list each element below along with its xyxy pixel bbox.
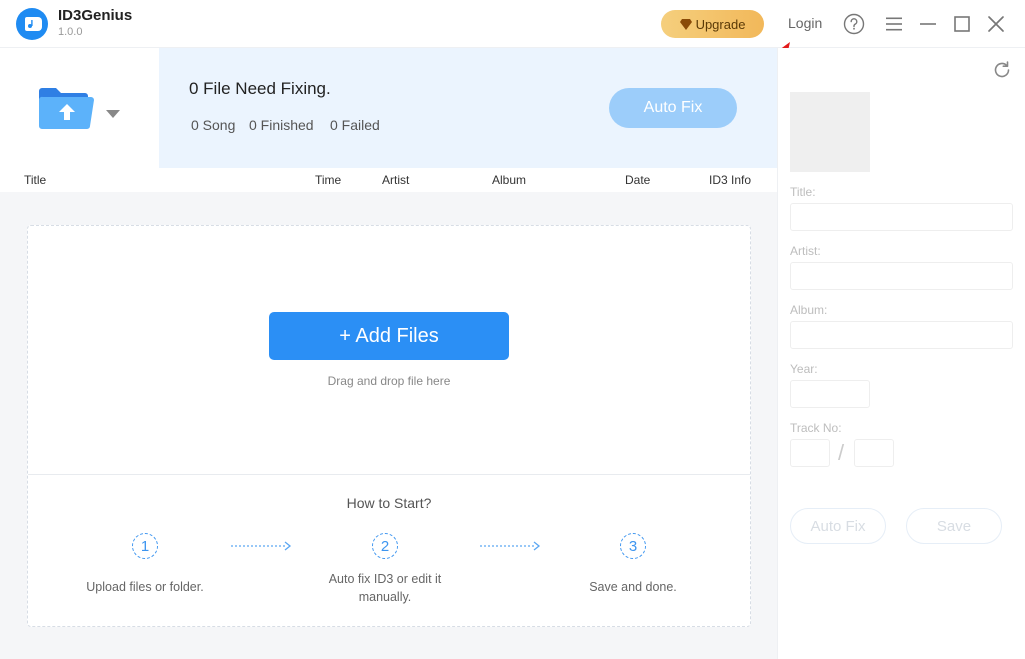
dotted-arrow-icon [480, 541, 541, 551]
album-field[interactable] [790, 321, 1013, 349]
track-separator: / [838, 440, 845, 465]
app-window: ID3Genius 1.0.0 Upgrade Login 0 File Nee… [0, 0, 1025, 659]
app-name: ID3Genius [58, 7, 133, 24]
album-cover-placeholder[interactable] [790, 92, 870, 172]
import-controls [0, 48, 159, 168]
chevron-down-icon[interactable] [105, 106, 121, 118]
file-list-area: + Add Files Drag and drop file here How … [0, 192, 777, 659]
title-bar: ID3Genius 1.0.0 Upgrade Login [0, 0, 1025, 48]
editor-auto-fix-button[interactable]: Auto Fix [790, 508, 886, 544]
track-number-field[interactable] [790, 439, 830, 467]
track-total-field[interactable] [854, 439, 894, 467]
app-logo-icon [16, 8, 48, 40]
maximize-icon[interactable] [951, 13, 973, 35]
divider [28, 474, 750, 475]
minimize-icon[interactable] [917, 13, 939, 35]
step-2-number: 2 [372, 533, 398, 559]
step-3-number: 3 [620, 533, 646, 559]
column-date[interactable]: Date [625, 173, 650, 187]
step-1-number: 1 [132, 533, 158, 559]
app-version: 1.0.0 [58, 26, 83, 38]
drag-drop-hint: Drag and drop file here [327, 374, 451, 388]
column-title[interactable]: Title [24, 173, 46, 187]
menu-icon[interactable] [883, 13, 905, 35]
upgrade-label: Upgrade [695, 16, 746, 32]
folder-upload-icon[interactable] [37, 85, 95, 131]
dotted-arrow-icon [231, 541, 292, 551]
step-2-text: Auto fix ID3 or edit it manually. [328, 572, 442, 604]
auto-fix-button[interactable]: Auto Fix [609, 88, 737, 128]
track-label: Track No: [790, 421, 842, 435]
song-count: 0 Song [191, 117, 236, 133]
title-field[interactable] [790, 203, 1013, 231]
help-icon[interactable] [843, 13, 865, 35]
column-album[interactable]: Album [492, 173, 526, 187]
step-3-text: Save and done. [589, 580, 677, 594]
login-link[interactable]: Login [788, 15, 822, 31]
title-label: Title: [790, 185, 816, 199]
year-label: Year: [790, 362, 818, 376]
column-artist[interactable]: Artist [382, 173, 409, 187]
finished-count: 0 Finished [249, 117, 314, 133]
column-time[interactable]: Time [315, 173, 341, 187]
how-to-start-title: How to Start? [346, 495, 432, 511]
status-summary: 0 File Need Fixing. 0 Song 0 Finished 0 … [159, 48, 777, 168]
add-files-button[interactable]: + Add Files [269, 312, 509, 360]
artist-label: Artist: [790, 244, 821, 258]
files-need-fixing-text: 0 File Need Fixing. [189, 79, 331, 98]
diamond-icon [679, 18, 692, 30]
column-id3-info[interactable]: ID3 Info [709, 173, 751, 187]
upgrade-button[interactable]: Upgrade [661, 10, 764, 38]
refresh-icon[interactable] [992, 60, 1012, 80]
editor-save-button[interactable]: Save [906, 508, 1002, 544]
tag-editor-panel: Title: Artist: Album: Year: Track No: / … [777, 48, 1025, 659]
drop-zone[interactable]: + Add Files Drag and drop file here How … [27, 225, 751, 627]
table-header: Title Time Artist Album Date ID3 Info [0, 168, 777, 192]
artist-field[interactable] [790, 262, 1013, 290]
step-1-text: Upload files or folder. [86, 580, 204, 594]
year-field[interactable] [790, 380, 870, 408]
close-icon[interactable] [985, 13, 1007, 35]
album-label: Album: [790, 303, 828, 317]
failed-count: 0 Failed [330, 117, 380, 133]
